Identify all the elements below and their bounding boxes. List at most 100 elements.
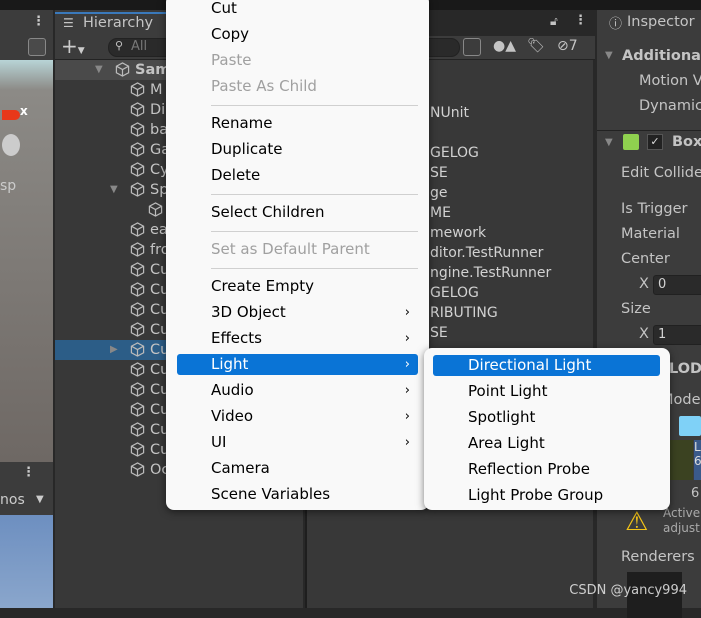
add-button[interactable]: +▼ [61, 34, 85, 58]
lod-value: 6 [691, 486, 700, 501]
search-icon: ⚲ [115, 39, 124, 52]
tag-icon[interactable]: 🏷︎ [527, 38, 545, 54]
gameobject-cube-icon [130, 82, 145, 97]
axis-x-label: x [20, 104, 28, 118]
submenu-item-reflection-probe[interactable]: Reflection Probe [433, 459, 660, 480]
menu-item-light[interactable]: Light › [177, 354, 418, 375]
info-icon: ⓘ [609, 17, 623, 32]
tab-inspector[interactable]: ⓘ Inspector [597, 12, 701, 34]
chevron-right-icon: › [404, 305, 410, 320]
console-line[interactable]: GELOG [430, 145, 479, 161]
menu-item-audio[interactable]: Audio › [177, 380, 418, 401]
lod-label: L [694, 440, 701, 454]
menu-item-video[interactable]: Video › [177, 406, 418, 427]
center-x-field[interactable]: 0 [653, 275, 701, 295]
menu-item-create-empty[interactable]: Create Empty [177, 276, 418, 297]
label-dynamic: Dynamic [639, 98, 701, 114]
console-line[interactable]: RIBUTING [430, 305, 498, 321]
inspector-title: Inspector [627, 14, 695, 30]
foldout-icon[interactable]: ▼ [605, 50, 613, 61]
gizmos-button[interactable]: nos [0, 492, 25, 508]
menu-item-delete[interactable]: Delete [177, 165, 418, 186]
console-line[interactable]: GELOG [430, 285, 479, 301]
menu-item-cut[interactable]: Cut [177, 0, 418, 19]
gameobject-cube-icon [130, 242, 145, 257]
console-line[interactable]: mework [430, 225, 486, 241]
menu-item-label: Rename [211, 114, 273, 132]
console-line[interactable]: ge [430, 185, 448, 201]
size-x-field[interactable]: 1 [653, 325, 701, 345]
visibility-hidden-icon[interactable]: ⊘7 [557, 38, 578, 54]
gameobject-cube-icon [130, 382, 145, 397]
maximize-icon[interactable] [28, 38, 46, 56]
gameobject-cube-icon [130, 122, 145, 137]
lod-bar [667, 440, 693, 480]
submenu-item-spotlight[interactable]: Spotlight [433, 407, 660, 428]
gameobject-cube-icon [130, 442, 145, 457]
more-icon[interactable]: ⋮ [22, 465, 35, 480]
menu-item-effects[interactable]: Effects › [177, 328, 418, 349]
menu-item-paste[interactable]: Paste [177, 50, 418, 71]
search-placeholder: All [131, 39, 148, 54]
console-line[interactable]: ditor.TestRunner [430, 245, 543, 261]
submenu-item-directional-light[interactable]: Directional Light [433, 355, 660, 376]
persp-label: sp [0, 178, 17, 194]
menu-item-copy[interactable]: Copy [177, 24, 418, 45]
component-title: Box [672, 134, 701, 150]
menu-item-select-children[interactable]: Select Children [177, 202, 418, 223]
menu-item-3d-object[interactable]: 3D Object › [177, 302, 418, 323]
warning-text: Active [663, 506, 701, 520]
menu-item-scene-variables[interactable]: Scene Variables [177, 484, 418, 505]
menu-item-paste-as-child[interactable]: Paste As Child [177, 76, 418, 97]
size-label: Size [621, 301, 651, 317]
menu-item-label: Camera [211, 459, 270, 477]
menu-item-rename[interactable]: Rename [177, 113, 418, 134]
game-viewport [0, 515, 53, 608]
enabled-checkbox[interactable]: ✓ [647, 134, 663, 150]
light-submenu: Directional Light Point Light Spotlight Are… [424, 348, 670, 510]
gameobject-cube-icon [130, 322, 145, 337]
collapse-arrow-icon[interactable]: ▼ [95, 60, 103, 80]
menu-item-set-as-default-parent[interactable]: Set as Default Parent [177, 239, 418, 260]
foldout-icon[interactable]: ▼ [605, 137, 613, 148]
menu-item-label: Cut [211, 0, 237, 17]
menu-item-duplicate[interactable]: Duplicate [177, 139, 418, 160]
lod-label: 6 [694, 454, 701, 468]
collapse-arrow-icon[interactable]: ▼ [110, 180, 118, 200]
submenu-item-area-light[interactable]: Area Light [433, 433, 660, 454]
center-x-label: X [639, 276, 649, 292]
menu-item-ui[interactable]: UI › [177, 432, 418, 453]
console-line[interactable]: SE [430, 325, 448, 341]
menu-item-label: Copy [211, 25, 250, 43]
scene-viewport[interactable] [0, 60, 53, 462]
tab-hierarchy[interactable]: ☰ Hierarchy [55, 12, 175, 36]
hierarchy-title: Hierarchy [83, 15, 154, 31]
expand-arrow-icon[interactable]: ▶ [110, 340, 118, 360]
chevron-right-icon: › [404, 435, 410, 450]
console-line[interactable]: SE [430, 165, 448, 181]
gameobject-cube-icon [130, 262, 145, 277]
warning-icon: ⚠ [625, 507, 649, 537]
console-line[interactable]: ME [430, 205, 451, 221]
lock-icon[interactable]: 🔓︎ [550, 14, 558, 29]
maximize-icon[interactable] [463, 38, 481, 56]
console-line[interactable]: ngine.TestRunner [430, 265, 551, 281]
lod-bar-2: L6 [694, 440, 701, 480]
chevron-down-icon[interactable]: ▼ [36, 494, 44, 505]
gameobject-cube-icon [148, 202, 163, 217]
scene-gizmo-x-icon[interactable] [2, 110, 20, 120]
console-line[interactable]: NUnit [430, 105, 469, 121]
hierarchy-item-label: M [150, 82, 163, 98]
submenu-item-point-light[interactable]: Point Light [433, 381, 660, 402]
gameobject-cube-icon [130, 342, 145, 357]
more-icon[interactable]: ⋮ [574, 13, 587, 28]
submenu-item-light-probe-group[interactable]: Light Probe Group [433, 485, 660, 506]
more-icon[interactable]: ⋮ [32, 14, 45, 29]
gameobject-cube-icon [130, 282, 145, 297]
section-additional[interactable]: Additional [622, 48, 701, 64]
center-label: Center [621, 251, 670, 267]
renderers-label: Renderers [621, 549, 695, 565]
is-trigger-label: Is Trigger [621, 201, 688, 217]
shapes-filter-icon[interactable]: ●▲ [493, 38, 516, 54]
menu-item-camera[interactable]: Camera [177, 458, 418, 479]
